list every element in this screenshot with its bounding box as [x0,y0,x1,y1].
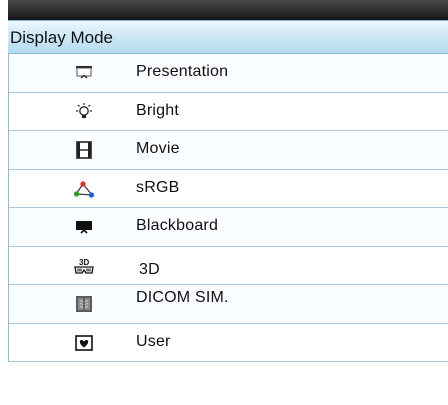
presentation-screen-icon [73,63,95,83]
menu-title: Display Mode [10,28,113,47]
menu-item-label: Bright [136,101,179,119]
menu-item-blackboard[interactable]: Blackboard [9,208,448,247]
menu-item-label: Presentation [136,63,229,80]
menu-item-label: User [136,332,171,350]
menu-item-label: sRGB [136,178,180,196]
svg-text:3D: 3D [79,258,89,267]
menu-item-user[interactable]: User [9,323,448,362]
menu-item-label: Movie [136,140,180,157]
display-mode-list: Presentation Bright Movie sRGB Blackboar… [8,54,448,362]
3d-glasses-icon: 3D [73,256,95,276]
menu-item-bright[interactable]: Bright [9,92,448,131]
xray-icon [73,294,95,314]
blackboard-icon [73,217,95,237]
menu-item-label: DICOM SIM. [136,289,229,306]
menu-header: Display Mode [8,20,448,54]
menu-item-label: 3D [139,260,160,278]
menu-item-label: Blackboard [136,217,219,234]
window-top-bar [8,0,448,20]
bright-bulb-icon [73,102,95,122]
heart-icon [73,333,95,353]
menu-item-srgb[interactable]: sRGB [9,169,448,208]
film-strip-icon [73,140,95,160]
menu-item-movie[interactable]: Movie [9,131,448,170]
menu-item-3d[interactable]: 3D 3D [9,246,448,285]
menu-item-dicom-sim[interactable]: DICOM SIM. [9,285,448,324]
menu-item-presentation[interactable]: Presentation [9,54,448,93]
srgb-triangle-icon [73,179,95,199]
display-mode-window: Display Mode Presentation Bright Movie s… [8,0,448,405]
